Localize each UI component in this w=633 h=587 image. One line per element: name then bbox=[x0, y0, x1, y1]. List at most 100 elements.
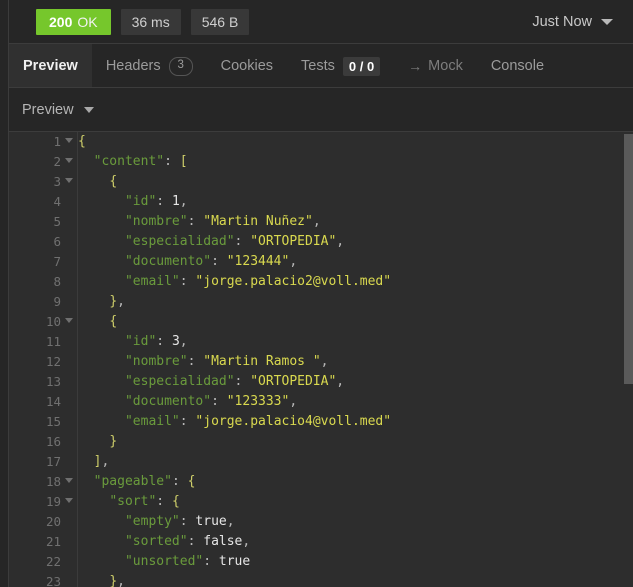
code-token-k: "especialidad" bbox=[124, 234, 235, 249]
code-line-content[interactable]: { bbox=[78, 312, 633, 332]
code-token-p bbox=[78, 214, 125, 229]
code-line-content[interactable]: "especialidad": "ORTOPEDIA", bbox=[78, 232, 633, 252]
vertical-scrollbar[interactable] bbox=[624, 132, 633, 587]
code-token-p: , bbox=[179, 334, 188, 349]
code-token-p: : bbox=[179, 274, 196, 289]
code-token-p: , bbox=[101, 454, 110, 469]
fold-placeholder bbox=[61, 212, 77, 232]
code-token-n: 1 bbox=[171, 194, 180, 209]
fold-toggle-icon[interactable] bbox=[61, 132, 77, 152]
fold-toggle-icon[interactable] bbox=[61, 312, 77, 332]
code-line-content[interactable]: "especialidad": "ORTOPEDIA", bbox=[78, 372, 633, 392]
code-scroll-region: 1{2 "content": [3 {4 "id": 1, 5 "nombre":… bbox=[9, 132, 633, 587]
code-line-content[interactable]: "id": 3, bbox=[78, 332, 633, 352]
code-token-p bbox=[78, 514, 125, 529]
line-number: 6 bbox=[9, 232, 61, 252]
status-code-value: 200 bbox=[49, 14, 73, 30]
fold-toggle-icon[interactable] bbox=[61, 472, 77, 492]
code-line-content[interactable]: "nombre": "Martin Nuñez", bbox=[78, 212, 633, 232]
code-token-k: "documento" bbox=[124, 254, 212, 269]
vertical-scrollbar-thumb[interactable] bbox=[624, 134, 633, 384]
response-tab-bar: Preview Headers 3 Cookies Tests 0 / 0 → … bbox=[0, 44, 633, 88]
fold-toggle-icon[interactable] bbox=[61, 492, 77, 512]
code-line: 5 "nombre": "Martin Nuñez", bbox=[9, 212, 633, 232]
code-line-content[interactable]: ], bbox=[78, 452, 633, 472]
code-token-p bbox=[78, 174, 109, 189]
timestamp-label: Just Now bbox=[532, 14, 592, 30]
response-viewer: 200 OK 36 ms 546 B Just Now Preview Heade… bbox=[0, 0, 633, 587]
code-token-p: : bbox=[179, 514, 196, 529]
code-token-p: , bbox=[312, 214, 321, 229]
code-token-s: "123444" bbox=[226, 254, 290, 269]
code-line: 14 "documento": "123333", bbox=[9, 392, 633, 412]
code-token-p: : bbox=[211, 254, 227, 269]
code-token-p: : bbox=[234, 374, 251, 389]
view-mode-dropdown[interactable]: Preview bbox=[22, 102, 94, 118]
line-number: 12 bbox=[9, 352, 61, 372]
code-line-content[interactable]: "pageable": { bbox=[78, 472, 633, 492]
code-line-content[interactable]: "email": "jorge.palacio4@voll.med" bbox=[78, 412, 633, 432]
code-line-content[interactable]: "empty": true, bbox=[78, 512, 633, 532]
code-token-s: "ORTOPEDIA" bbox=[250, 374, 337, 389]
code-token-p: : bbox=[156, 494, 172, 509]
code-token-p bbox=[78, 274, 125, 289]
code-token-p: : bbox=[164, 154, 180, 169]
line-number: 22 bbox=[9, 552, 61, 572]
code-token-p bbox=[78, 334, 125, 349]
code-token-p bbox=[78, 294, 109, 309]
code-line-content[interactable]: "documento": "123444", bbox=[78, 252, 633, 272]
code-line-content[interactable]: "content": [ bbox=[78, 152, 633, 172]
code-token-p: : bbox=[203, 554, 219, 569]
code-token-br: { bbox=[109, 174, 118, 189]
code-token-k: "id" bbox=[124, 194, 157, 209]
tab-tests[interactable]: Tests 0 / 0 bbox=[287, 44, 394, 88]
code-line-content[interactable]: { bbox=[78, 132, 633, 152]
code-line-content[interactable]: } bbox=[78, 432, 633, 452]
code-token-p bbox=[78, 434, 109, 449]
view-mode-label: Preview bbox=[22, 102, 74, 118]
fold-toggle-icon[interactable] bbox=[61, 172, 77, 192]
code-token-br: } bbox=[109, 434, 118, 449]
code-token-s: "Martin Ramos " bbox=[203, 354, 321, 369]
tab-mock[interactable]: → Mock bbox=[394, 44, 477, 88]
code-token-p bbox=[78, 554, 125, 569]
code-line-content[interactable]: "documento": "123333", bbox=[78, 392, 633, 412]
timestamp-dropdown[interactable]: Just Now bbox=[532, 14, 617, 30]
code-line-content[interactable]: }, bbox=[78, 292, 633, 312]
code-line: 10 { bbox=[9, 312, 633, 332]
code-token-p: : bbox=[211, 394, 227, 409]
tab-tests-badge: 0 / 0 bbox=[342, 56, 381, 76]
code-line: 4 "id": 1, bbox=[9, 192, 633, 212]
code-token-k: "documento" bbox=[124, 394, 212, 409]
code-token-p: : bbox=[187, 214, 204, 229]
code-line-content[interactable]: "sort": { bbox=[78, 492, 633, 512]
code-token-s: "123333" bbox=[226, 394, 290, 409]
code-line-content[interactable]: "id": 1, bbox=[78, 192, 633, 212]
code-line-content[interactable]: "nombre": "Martin Ramos ", bbox=[78, 352, 633, 372]
code-line-content[interactable]: }, bbox=[78, 572, 633, 587]
code-token-p: , bbox=[179, 194, 188, 209]
code-token-b: true bbox=[195, 514, 227, 529]
line-number: 13 bbox=[9, 372, 61, 392]
code-token-k: "nombre" bbox=[124, 214, 188, 229]
code-token-s: "jorge.palacio2@voll.med" bbox=[195, 274, 392, 289]
code-line-content[interactable]: "sorted": false, bbox=[78, 532, 633, 552]
tab-headers[interactable]: Headers 3 bbox=[92, 44, 207, 88]
tab-cookies[interactable]: Cookies bbox=[207, 44, 287, 88]
code-line-content[interactable]: "unsorted": true bbox=[78, 552, 633, 572]
line-number: 8 bbox=[9, 272, 61, 292]
tab-headers-label: Headers bbox=[105, 58, 161, 74]
code-token-k: "sorted" bbox=[124, 534, 188, 549]
code-line-content[interactable]: { bbox=[78, 172, 633, 192]
code-line-content[interactable]: "email": "jorge.palacio2@voll.med" bbox=[78, 272, 633, 292]
tab-console[interactable]: Console bbox=[477, 44, 558, 88]
chevron-down-icon bbox=[83, 107, 94, 113]
tab-preview[interactable]: Preview bbox=[9, 44, 92, 88]
code-line: 12 "nombre": "Martin Ramos ", bbox=[9, 352, 633, 372]
fold-placeholder bbox=[61, 292, 77, 312]
fold-placeholder bbox=[61, 332, 77, 352]
chevron-down-icon bbox=[65, 318, 73, 323]
fold-toggle-icon[interactable] bbox=[61, 152, 77, 172]
code-line: 7 "documento": "123444", bbox=[9, 252, 633, 272]
chevron-down-icon bbox=[65, 178, 73, 183]
